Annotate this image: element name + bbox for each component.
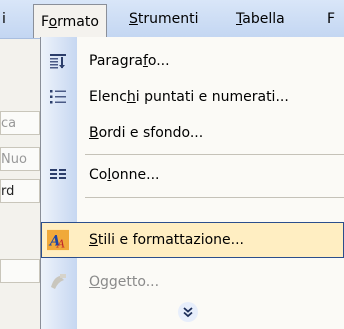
menu-formato[interactable]: Formato: [33, 4, 107, 38]
menu-item-label: Oggetto...: [89, 274, 160, 290]
svg-text:A: A: [56, 237, 65, 250]
menu-item-colonne[interactable]: Colonne...: [41, 157, 344, 193]
menu-separator: [85, 197, 344, 198]
menu-bar: i Formato Strumenti Tabella F: [0, 0, 344, 39]
menu-item-elenchi[interactable]: Elenchi puntati e numerati...: [41, 79, 344, 115]
styles-icon: A A: [47, 229, 69, 250]
menu-item-partial-left[interactable]: i: [2, 6, 6, 32]
background-fragment: [0, 259, 40, 283]
menu-strumenti[interactable]: Strumenti: [129, 6, 199, 32]
double-chevron-down-icon[interactable]: [178, 302, 198, 322]
bullets-icon: [47, 87, 69, 107]
menu-item-label: Elenchi puntati e numerati...: [89, 89, 289, 105]
menu-item-partial-right[interactable]: F: [327, 6, 335, 32]
background-fragment: Nuo: [0, 147, 40, 171]
menu-tabella[interactable]: Tabella: [236, 6, 285, 32]
menu-item-oggetto: Oggetto...: [41, 264, 344, 300]
menu-separator: [85, 154, 344, 155]
formato-dropdown-menu: Paragrafo... Elenchi puntati e numerati.…: [40, 37, 344, 329]
menu-item-bordi[interactable]: Bordi e sfondo...: [41, 115, 344, 151]
menu-item-label: Colonne...: [89, 167, 160, 183]
menu-item-stili-formattazione[interactable]: A A Stili e formattazione...: [41, 222, 344, 258]
menu-item-paragrafo[interactable]: Paragrafo...: [41, 43, 344, 79]
background-fragment: rd: [0, 179, 40, 203]
menu-item-label: Paragrafo...: [89, 53, 170, 69]
paragraph-icon: [47, 51, 69, 71]
background-fragment: ca: [0, 111, 40, 135]
menu-item-label: Stili e formattazione...: [89, 232, 244, 248]
columns-icon: [47, 165, 69, 185]
object-icon: [47, 272, 69, 292]
background-document: ca Nuo rd: [0, 39, 40, 329]
menu-item-label: Bordi e sfondo...: [89, 125, 204, 141]
